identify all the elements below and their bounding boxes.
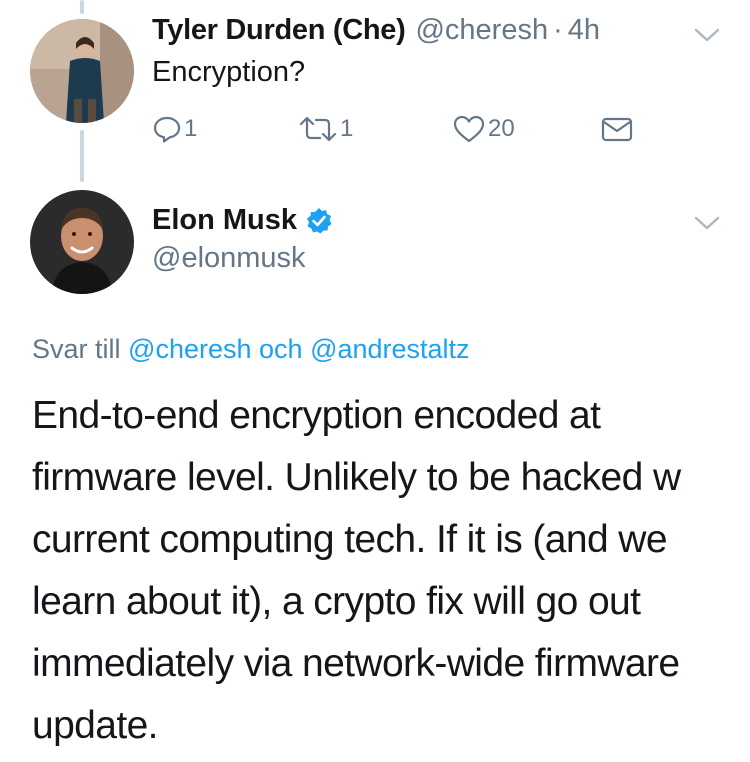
avatar-elon-image: [30, 190, 134, 294]
author-name[interactable]: Tyler Durden (Che): [152, 14, 406, 47]
envelope-icon: [601, 117, 633, 142]
avatar-tyler-image: [30, 19, 134, 123]
retweet-button[interactable]: 1: [298, 114, 353, 144]
elon-header: Elon Musk: [152, 204, 333, 237]
verified-badge-icon: [307, 207, 332, 233]
thread-line-top: [80, 0, 84, 14]
reply-button[interactable]: 1: [152, 114, 197, 144]
main-tweet-text: End-to-end encryption encoded at firmwar…: [32, 394, 681, 747]
author-handle[interactable]: @cheresh: [415, 14, 548, 47]
author-name[interactable]: Elon Musk: [152, 204, 297, 237]
reply-tweet-text: Encryption?: [152, 56, 306, 88]
mention-link[interactable]: @cheresh: [128, 334, 251, 364]
replying-to-label: Svar till: [32, 334, 121, 364]
avatar-tyler[interactable]: [30, 19, 134, 123]
conjunction-text: och: [259, 334, 303, 364]
direct-message-button[interactable]: [600, 114, 634, 144]
reply-count: 1: [184, 115, 198, 142]
author-handle[interactable]: @elonmusk: [152, 242, 306, 275]
replying-to-line: Svar till @cheresh och @andrestaltz: [32, 334, 470, 365]
tweet-actions: 1 1 20: [152, 114, 642, 150]
retweet-icon: [299, 116, 337, 142]
mention-link[interactable]: @andrestaltz: [310, 334, 469, 364]
separator-dot: ·: [553, 14, 563, 46]
heart-icon: [453, 115, 485, 143]
chevron-down-icon[interactable]: [694, 27, 720, 43]
like-count: 20: [488, 115, 515, 142]
timestamp[interactable]: 4h: [568, 14, 600, 47]
retweet-count: 1: [340, 115, 354, 142]
thread-line-connector: [80, 130, 84, 182]
reply-icon: [153, 116, 181, 143]
like-button[interactable]: 20: [452, 114, 515, 144]
tyler-header: Tyler Durden (Che) @cheresh · 4h: [152, 14, 600, 47]
chevron-down-icon[interactable]: [694, 215, 720, 231]
avatar-elon[interactable]: [30, 190, 134, 294]
